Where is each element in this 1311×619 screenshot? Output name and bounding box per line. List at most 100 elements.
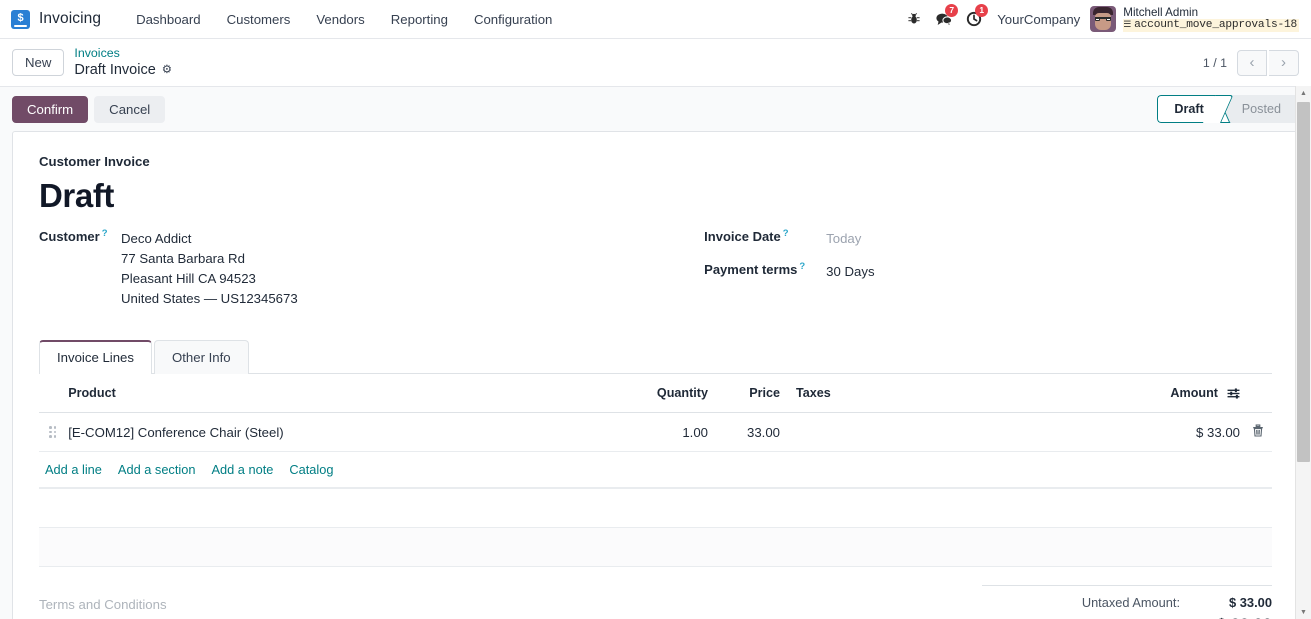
- database-label: account_move_approvals-18: [1134, 19, 1297, 32]
- add-a-section-button[interactable]: Add a section: [118, 462, 196, 477]
- customer-label: Customer ?: [39, 228, 121, 244]
- total-row: Total: $ 33.00: [982, 613, 1272, 619]
- pager-next-button[interactable]: ›: [1269, 49, 1299, 76]
- brand-home[interactable]: Invoicing: [0, 9, 102, 29]
- menu-item-reporting[interactable]: Reporting: [378, 3, 461, 36]
- top-navbar: Invoicing Dashboard Customers Vendors Re…: [0, 0, 1311, 39]
- untaxed-amount-value: $ 33.00: [1228, 595, 1272, 611]
- scrollbar-thumb[interactable]: [1297, 102, 1310, 462]
- new-button[interactable]: New: [12, 49, 65, 76]
- col-amount-label: Amount: [1170, 386, 1218, 401]
- cell-product[interactable]: [E-COM12] Conference Chair (Steel): [62, 412, 624, 453]
- cell-price[interactable]: 33.00: [714, 412, 786, 453]
- pager-previous-button[interactable]: ‹: [1237, 49, 1267, 76]
- notebook-tabs: Invoice Lines Other Info: [39, 339, 1272, 375]
- add-links-cell: Add a line Add a section Add a note Cata…: [39, 451, 1272, 490]
- form-fields: Customer ? Deco Addict 77 Santa Barbara …: [39, 228, 1272, 313]
- menu-item-customers[interactable]: Customers: [214, 3, 304, 36]
- invoicing-app-window: Invoicing Dashboard Customers Vendors Re…: [0, 0, 1311, 619]
- help-icon[interactable]: ?: [102, 228, 108, 239]
- payment-terms-value[interactable]: 30 Days: [826, 262, 874, 282]
- empty-row: [39, 488, 1272, 529]
- gear-icon[interactable]: ⚙: [162, 63, 172, 77]
- cell-quantity[interactable]: 1.00: [624, 412, 714, 453]
- vertical-scrollbar[interactable]: ▲ ▼: [1295, 86, 1311, 619]
- form-column-left: Customer ? Deco Addict 77 Santa Barbara …: [39, 228, 680, 313]
- col-quantity: Quantity: [624, 374, 714, 414]
- invoice-date-input[interactable]: Today: [826, 229, 861, 249]
- customer-value-block: Deco Addict 77 Santa Barbara Rd Pleasant…: [121, 229, 298, 308]
- cell-taxes[interactable]: [786, 412, 1116, 453]
- breadcrumb-current-label: Draft Invoice: [74, 62, 156, 79]
- address-line-2: Pleasant Hill CA 94523: [121, 270, 256, 286]
- customer-label-text: Customer: [39, 229, 100, 244]
- customer-name[interactable]: Deco Addict: [121, 229, 298, 249]
- terms-and-conditions-input[interactable]: Terms and Conditions: [39, 585, 982, 619]
- tab-other-info[interactable]: Other Info: [153, 340, 249, 375]
- messages-badge: 7: [945, 4, 959, 17]
- scroll-up-arrow-icon[interactable]: ▲: [1296, 86, 1311, 100]
- bug-icon[interactable]: [899, 4, 929, 34]
- navbar-systray: 7 1 YourCompany Mitchell Admin ☰ account…: [899, 4, 1311, 34]
- sheet-footer: Terms and Conditions Untaxed Amount: $ 3…: [39, 585, 1272, 619]
- breadcrumb-parent-invoices[interactable]: Invoices: [74, 46, 172, 62]
- database-icon: ☰: [1123, 20, 1132, 31]
- drag-handle-icon[interactable]: [45, 426, 57, 438]
- scroll-down-arrow-icon[interactable]: ▼: [1296, 605, 1311, 619]
- table-header: Product Quantity Price Taxes Amount: [39, 374, 1272, 414]
- totals-block: Untaxed Amount: $ 33.00 Total: $ 33.00: [982, 585, 1272, 619]
- pager-count: 1 / 1: [1202, 55, 1227, 70]
- delete-row-icon[interactable]: [1252, 424, 1264, 440]
- help-icon[interactable]: ?: [783, 228, 789, 239]
- untaxed-amount-row: Untaxed Amount: $ 33.00: [982, 585, 1272, 613]
- app-name: Invoicing: [39, 10, 102, 27]
- invoice-sheet: Customer Invoice Draft Customer ? Deco A…: [12, 131, 1299, 619]
- column-options-icon[interactable]: [1227, 388, 1240, 399]
- company-switcher[interactable]: YourCompany: [997, 12, 1080, 27]
- confirm-button[interactable]: Confirm: [12, 95, 89, 123]
- page-title: Draft: [39, 177, 115, 214]
- activities-clock-icon[interactable]: 1: [959, 4, 989, 34]
- invoice-date-label-text: Invoice Date: [704, 229, 781, 244]
- breadcrumb-current: Draft Invoice ⚙: [74, 61, 172, 79]
- main-menu: Dashboard Customers Vendors Reporting Co…: [123, 3, 565, 36]
- col-product: Product: [62, 374, 624, 414]
- field-payment-terms: Payment terms ? 30 Days: [704, 261, 1272, 282]
- status-bar: Draft Posted: [1157, 95, 1299, 123]
- field-invoice-date: Invoice Date ? Today: [704, 228, 1272, 249]
- col-amount: Amount: [1116, 374, 1246, 414]
- cancel-button[interactable]: Cancel: [94, 95, 166, 123]
- form-column-right: Invoice Date ? Today Payment terms ? 30 …: [680, 228, 1272, 313]
- add-links: Add a line Add a section Add a note Cata…: [39, 452, 1272, 489]
- col-price: Price: [714, 374, 786, 414]
- menu-item-vendors[interactable]: Vendors: [303, 3, 377, 36]
- field-customer: Customer ? Deco Addict 77 Santa Barbara …: [39, 228, 680, 308]
- messages-icon[interactable]: 7: [929, 4, 959, 34]
- table-row[interactable]: [E-COM12] Conference Chair (Steel) 1.00 …: [39, 412, 1272, 453]
- help-icon[interactable]: ?: [799, 261, 805, 272]
- cell-delete: [1246, 412, 1272, 453]
- add-links-row: Add a line Add a section Add a note Cata…: [39, 451, 1272, 490]
- user-menu[interactable]: Mitchell Admin ☰ account_move_approvals-…: [1090, 6, 1303, 32]
- avatar: [1090, 6, 1117, 32]
- status-draft[interactable]: Draft: [1157, 95, 1218, 123]
- col-handle: [39, 374, 63, 414]
- menu-item-configuration[interactable]: Configuration: [461, 3, 565, 36]
- catalog-button[interactable]: Catalog: [289, 462, 333, 477]
- sheet-container: Customer Invoice Draft Customer ? Deco A…: [0, 131, 1311, 619]
- row-drag-handle-cell: [39, 412, 63, 453]
- tab-invoice-lines[interactable]: Invoice Lines: [39, 340, 152, 375]
- control-panel: New Invoices Draft Invoice ⚙ 1 / 1 ‹ ›: [0, 39, 1311, 87]
- database-name: ☰ account_move_approvals-18: [1123, 19, 1299, 32]
- payment-terms-label-text: Payment terms: [704, 262, 798, 278]
- add-a-note-button[interactable]: Add a note: [211, 462, 273, 477]
- menu-item-dashboard[interactable]: Dashboard: [123, 3, 214, 36]
- activities-badge: 1: [975, 4, 989, 17]
- payment-terms-label: Payment terms ?: [704, 261, 826, 278]
- invoicing-logo-icon: [11, 9, 30, 29]
- add-a-line-button[interactable]: Add a line: [45, 462, 102, 477]
- user-name: Mitchell Admin: [1123, 6, 1199, 20]
- table-body: [E-COM12] Conference Chair (Steel) 1.00 …: [39, 412, 1272, 568]
- action-bar: Confirm Cancel Draft Posted: [0, 87, 1311, 131]
- col-taxes: Taxes: [786, 374, 1116, 414]
